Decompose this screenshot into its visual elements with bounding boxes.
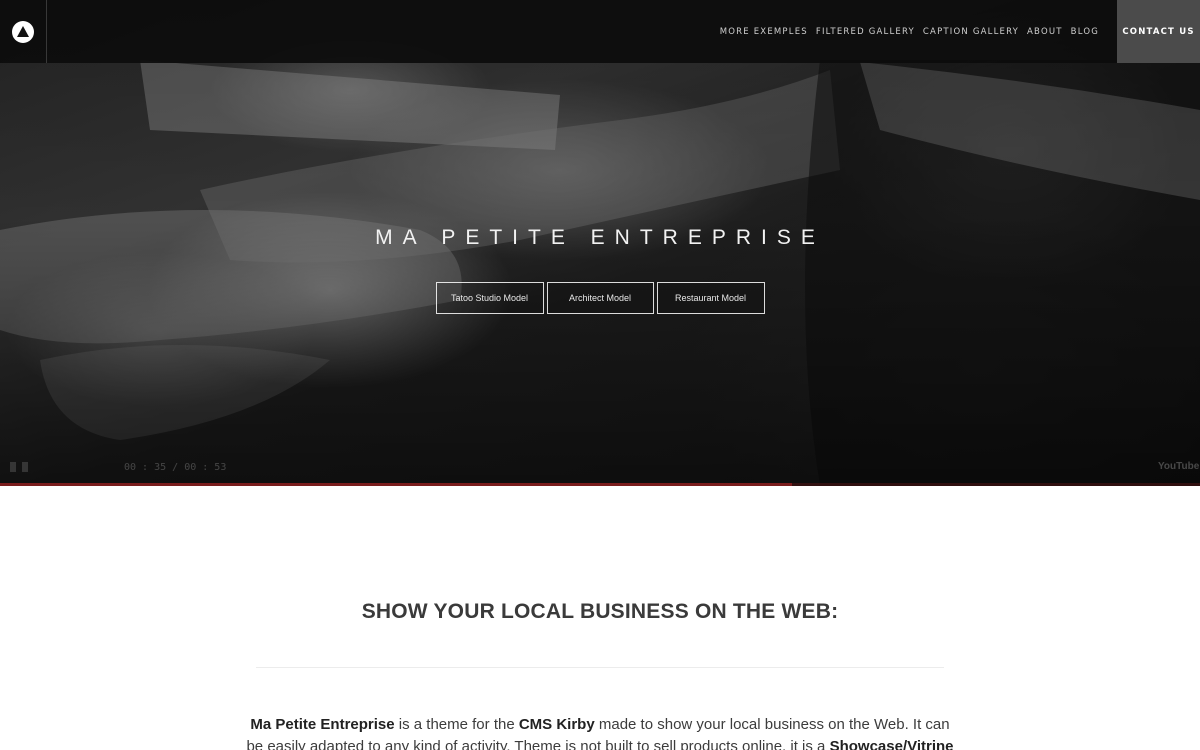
nav-about[interactable]: ABOUT [1027,27,1063,37]
nav-more-exemples[interactable]: MORE EXEMPLES [720,27,808,37]
intro-paragraph: Ma Petite Entreprise is a theme for the … [240,714,960,750]
section-title: SHOW YOUR LOCAL BUSINESS ON THE WEB: [361,600,839,623]
contact-us-button[interactable]: CONTACT US [1117,0,1200,63]
video-play-control[interactable] [10,461,40,473]
site-logo[interactable] [0,0,47,63]
top-navbar: MORE EXEMPLES FILTERED GALLERY CAPTION G… [0,0,1200,63]
triangle-logo-icon [12,20,34,43]
intro-text-1: is a theme for the [394,716,519,733]
main-nav: MORE EXEMPLES FILTERED GALLERY CAPTION G… [720,0,1117,63]
hero-title: MA PETITE ENTREPRISE [375,226,825,249]
youtube-icon[interactable]: YouTube [1158,461,1199,472]
nav-caption-gallery[interactable]: CAPTION GALLERY [923,27,1019,37]
logo-triangle [17,26,29,37]
restaurant-model-button[interactable]: Restaurant Model [656,282,765,314]
intro-showcase: Showcase/Vitrine [829,738,954,750]
hero-banner: MA PETITE ENTREPRISE Tatoo Studio Model … [0,0,1200,486]
nav-filtered-gallery[interactable]: FILTERED GALLERY [816,27,915,37]
architect-model-button[interactable]: Architect Model [546,282,654,314]
intro-cms-name: CMS Kirby [518,716,595,733]
video-progress-bar[interactable] [0,483,1200,486]
video-timestamp: 00 : 35 / 00 : 53 [124,462,227,473]
nav-blog[interactable]: BLOG [1071,27,1099,37]
intro-brand-name: Ma Petite Entreprise [250,716,395,733]
tatoo-studio-model-button[interactable]: Tatoo Studio Model [435,282,544,314]
video-progress-fill [0,483,792,486]
section-divider [256,667,944,668]
model-buttons: Tatoo Studio Model Architect Model Resta… [0,282,1200,314]
pause-icon [10,462,16,472]
pause-icon [22,462,28,472]
